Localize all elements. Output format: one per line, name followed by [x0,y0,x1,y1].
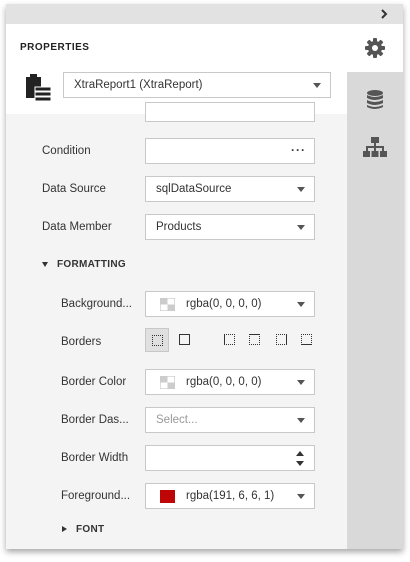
chevron-down-icon [297,225,305,230]
border-dash-label: Border Das... [61,414,129,426]
transparent-swatch-icon [160,298,175,311]
chevron-down-icon [297,187,305,192]
border-none-icon [152,335,163,346]
tab-report-explorer[interactable] [347,124,403,172]
chevron-right-icon[interactable] [377,7,391,21]
panel-header: PROPERTIES [6,24,347,54]
borders-label: Borders [61,336,102,348]
transparent-swatch-icon [160,376,175,389]
chevron-down-icon [297,494,305,499]
border-top-icon[interactable] [249,334,260,345]
font-title: FONT [76,524,105,535]
background-label: Background... [61,298,132,310]
chevron-down-icon [297,380,305,385]
tab-properties[interactable] [347,24,403,72]
formatting-title: FORMATTING [57,259,126,270]
border-dash-placeholder: Select... [156,414,198,426]
expand-down-icon [42,261,48,267]
properties-content: Condition ··· Data Source sqlDataSource … [6,102,347,549]
border-width-spinner[interactable] [145,445,315,471]
border-dash-dropdown[interactable]: Select... [145,407,315,433]
scrolled-field[interactable] [145,102,315,122]
data-member-dropdown[interactable]: Products [145,214,315,240]
data-source-value: sqlDataSource [156,183,232,195]
border-all-icon[interactable] [179,334,190,345]
panel-title: PROPERTIES [20,42,90,53]
right-tab-rail [347,24,403,549]
expand-right-icon [62,526,67,533]
data-member-value: Products [156,221,202,233]
report-dropdown[interactable]: XtraReport1 (XtraReport) [63,72,331,98]
chevron-down-icon [297,302,305,307]
gear-icon [365,38,385,58]
spin-up-icon[interactable] [296,451,304,456]
panel-top-strip [6,4,403,24]
report-clipboard-icon [26,74,52,102]
border-left-icon[interactable] [224,334,235,345]
data-source-label: Data Source [42,183,106,195]
chevron-down-icon [313,83,321,88]
foreground-label: Foreground... [61,490,131,502]
data-source-dropdown[interactable]: sqlDataSource [145,176,315,202]
border-color-label: Border Color [61,376,127,388]
color-swatch-icon [160,490,175,503]
chevron-down-icon [297,418,305,423]
font-section-header[interactable]: FONT [62,524,104,535]
hierarchy-icon [363,137,387,157]
foreground-color-value: rgba(191, 6, 6, 1) [186,490,275,502]
ellipsis-button[interactable]: ··· [291,143,306,157]
border-width-label: Border Width [61,452,129,464]
tab-data-source[interactable] [347,76,403,124]
foreground-color-dropdown[interactable]: rgba(191, 6, 6, 1) [145,483,315,509]
spin-down-icon[interactable] [296,461,304,466]
database-icon [367,90,383,109]
condition-label: Condition [42,145,91,157]
border-right-icon[interactable] [276,334,287,345]
border-all-button[interactable] [145,328,169,352]
background-color-value: rgba(0, 0, 0, 0) [186,298,262,310]
border-color-value: rgba(0, 0, 0, 0) [186,376,262,388]
border-bottom-icon[interactable] [301,334,312,345]
background-color-dropdown[interactable]: rgba(0, 0, 0, 0) [145,291,315,317]
report-dropdown-value: XtraReport1 (XtraReport) [74,79,203,91]
data-member-label: Data Member [42,221,112,233]
condition-field[interactable]: ··· [145,138,315,164]
border-color-dropdown[interactable]: rgba(0, 0, 0, 0) [145,369,315,395]
properties-panel: PROPERTIES XtraReport1 (XtraReport) Cond… [6,4,403,549]
formatting-section-header[interactable]: FORMATTING [42,259,126,270]
